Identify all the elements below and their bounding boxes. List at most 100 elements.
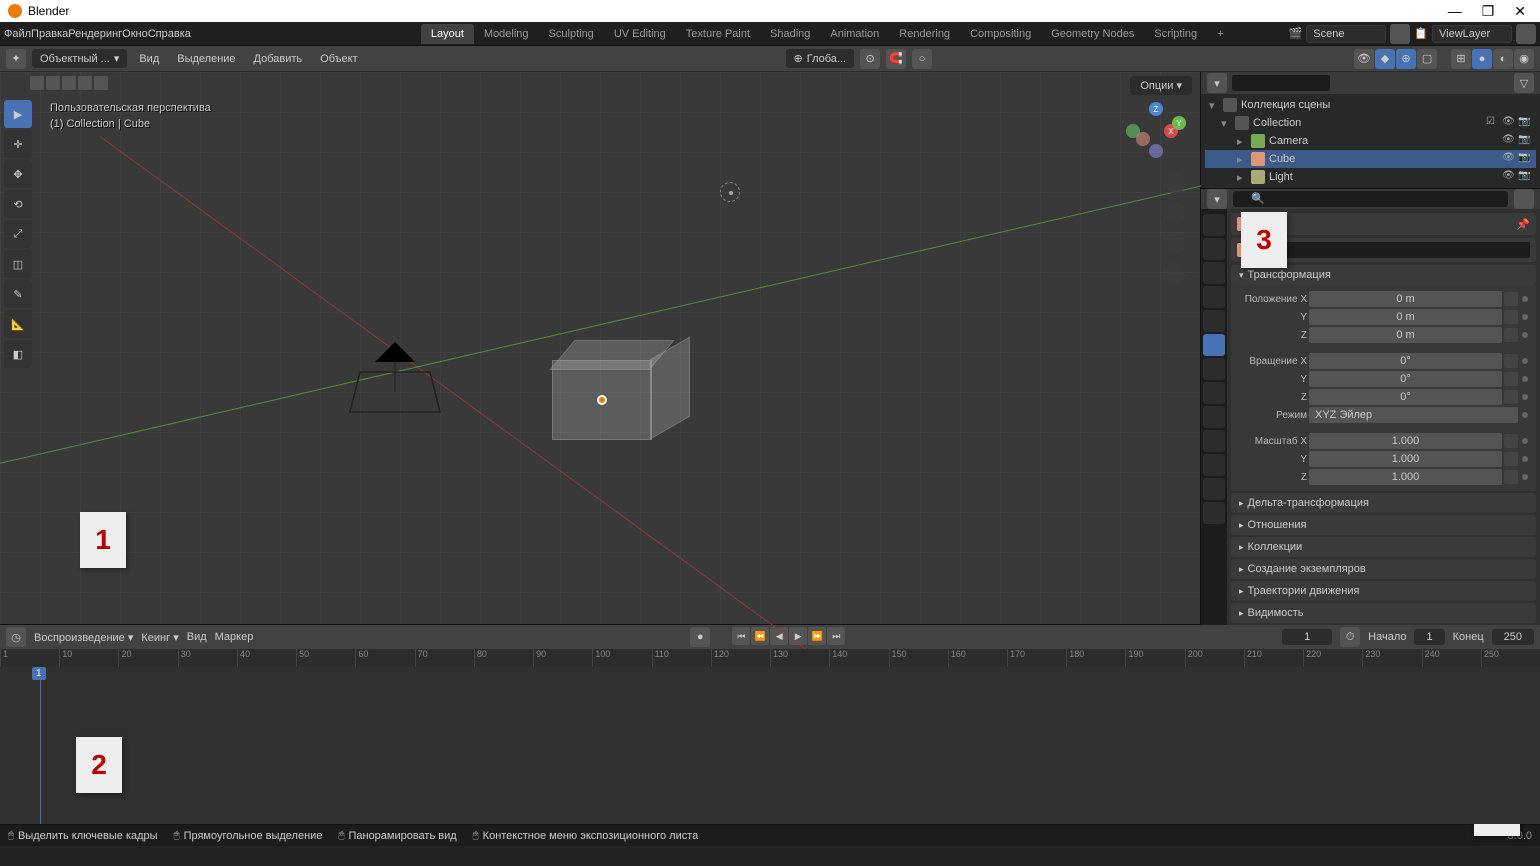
scene-name-field[interactable]: Scene — [1306, 25, 1386, 43]
select-circle-icon[interactable] — [46, 76, 60, 90]
tab-output[interactable] — [1203, 238, 1225, 260]
panel-collections[interactable]: ▸Коллекции — [1231, 537, 1536, 557]
jump-prev-key-button[interactable]: ⏪ — [751, 627, 769, 645]
menu-edit[interactable]: Правка — [31, 28, 68, 40]
scale-z-field[interactable]: 1.000 — [1309, 469, 1502, 485]
outliner-scene-collection[interactable]: ▾Коллекция сцены — [1205, 96, 1536, 114]
tab-sculpting[interactable]: Sculpting — [539, 24, 604, 44]
lock-icon[interactable] — [1504, 452, 1518, 466]
lock-icon[interactable] — [1504, 372, 1518, 386]
properties-search-input[interactable] — [1233, 191, 1508, 207]
rotation-y-field[interactable]: 0° — [1309, 371, 1502, 387]
tab-object[interactable] — [1203, 334, 1225, 356]
panel-delta-transform[interactable]: ▸Дельта-трансформация — [1231, 493, 1536, 513]
autokey-button[interactable]: ● — [690, 627, 710, 647]
location-y-field[interactable]: 0 m — [1309, 309, 1502, 325]
eye-icon[interactable]: 👁 — [1502, 116, 1516, 130]
cube-object[interactable] — [552, 340, 652, 440]
camera-icon[interactable]: 📷 — [1518, 134, 1532, 148]
minimize-button[interactable]: — — [1442, 3, 1468, 20]
tab-modeling[interactable]: Modeling — [474, 24, 539, 44]
navigation-gizmo[interactable]: Z X Y — [1126, 102, 1186, 162]
timeline-menu-view[interactable]: Вид — [187, 631, 207, 643]
panel-transform-header[interactable]: ▾Трансформация — [1231, 265, 1536, 285]
outliner-item-cube[interactable]: ▸Cube👁📷 — [1205, 150, 1536, 168]
panel-instancing[interactable]: ▸Создание экземпляров — [1231, 559, 1536, 579]
shading-material-button[interactable]: ◐ — [1493, 49, 1513, 69]
tool-transform[interactable]: ◫ — [4, 250, 32, 278]
camera-icon[interactable]: 📷 — [1518, 170, 1532, 184]
overlay-button[interactable]: ⊕ — [1396, 49, 1416, 69]
menu-help[interactable]: Справка — [148, 28, 191, 40]
3d-viewport[interactable]: Опции ▾ Пользовательская перспектива (1)… — [0, 72, 1200, 624]
header-menu-add[interactable]: Добавить — [248, 51, 309, 67]
panel-relations[interactable]: ▸Отношения — [1231, 515, 1536, 535]
shading-rendered-button[interactable]: ◉ — [1514, 49, 1534, 69]
panel-motion-paths[interactable]: ▸Траектории движения — [1231, 581, 1536, 601]
tab-layout[interactable]: Layout — [421, 24, 474, 44]
tab-modifiers[interactable] — [1203, 358, 1225, 380]
jump-end-button[interactable]: ⏭ — [827, 627, 845, 645]
stopwatch-icon[interactable]: ⏱ — [1340, 627, 1360, 647]
current-frame-field[interactable]: 1 — [1282, 629, 1332, 645]
lock-icon[interactable] — [1504, 470, 1518, 484]
camera-icon[interactable]: 📷 — [1518, 152, 1532, 166]
zoom-icon[interactable] — [1164, 172, 1186, 194]
editor-type-button[interactable]: ✦ — [6, 49, 26, 69]
new-viewlayer-button[interactable] — [1516, 24, 1536, 44]
tab-geometry-nodes[interactable]: Geometry Nodes — [1041, 24, 1144, 44]
playhead[interactable]: 1 — [40, 667, 41, 824]
select-invert-icon[interactable] — [78, 76, 92, 90]
new-scene-button[interactable] — [1390, 24, 1410, 44]
tab-rendering[interactable]: Rendering — [889, 24, 960, 44]
eye-icon[interactable]: 👁 — [1502, 152, 1516, 166]
lock-icon[interactable] — [1504, 310, 1518, 324]
tab-data[interactable] — [1203, 454, 1225, 476]
tab-shading[interactable]: Shading — [760, 24, 820, 44]
tab-scene[interactable] — [1203, 286, 1225, 308]
start-frame-field[interactable]: 1 — [1414, 629, 1444, 645]
tab-physics[interactable] — [1203, 406, 1225, 428]
tab-particles[interactable] — [1203, 382, 1225, 404]
outliner-filter-button[interactable]: ▽ — [1514, 73, 1534, 93]
outliner-collection[interactable]: ▾Collection☑👁📷 — [1205, 114, 1536, 132]
camera-object[interactable] — [350, 342, 440, 425]
header-menu-object[interactable]: Объект — [314, 51, 363, 67]
outliner-item-light[interactable]: ▸Light👁📷 — [1205, 168, 1536, 186]
viewport-options-dropdown[interactable]: Опции ▾ — [1130, 76, 1192, 95]
tab-viewlayer[interactable] — [1203, 262, 1225, 284]
outliner-search-input[interactable] — [1231, 74, 1331, 92]
eye-icon[interactable]: 👁 — [1502, 170, 1516, 184]
camera-icon[interactable]: 📷 — [1518, 116, 1532, 130]
pan-icon[interactable] — [1164, 202, 1186, 224]
lock-icon[interactable] — [1504, 434, 1518, 448]
menu-file[interactable]: Файл — [4, 28, 31, 40]
location-z-field[interactable]: 0 m — [1309, 327, 1502, 343]
pivot-button[interactable]: ⊙ — [860, 49, 880, 69]
jump-next-key-button[interactable]: ⏩ — [808, 627, 826, 645]
scale-y-field[interactable]: 1.000 — [1309, 451, 1502, 467]
end-frame-field[interactable]: 250 — [1492, 629, 1534, 645]
tab-animation[interactable]: Animation — [820, 24, 889, 44]
tool-annotate[interactable]: ✎ — [4, 280, 32, 308]
proportional-edit-button[interactable]: ○ — [912, 49, 932, 69]
tab-uv-editing[interactable]: UV Editing — [604, 24, 676, 44]
header-menu-view[interactable]: Вид — [133, 51, 165, 67]
snap-button[interactable]: 🧲 — [886, 49, 906, 69]
outliner-display-mode-button[interactable]: ▾ — [1207, 73, 1227, 93]
tool-rotate[interactable]: ⟲ — [4, 190, 32, 218]
perspective-toggle-icon[interactable] — [1164, 262, 1186, 284]
select-lasso-icon[interactable] — [62, 76, 76, 90]
tab-material[interactable] — [1203, 478, 1225, 500]
tab-compositing[interactable]: Compositing — [960, 24, 1041, 44]
lock-icon[interactable] — [1504, 390, 1518, 404]
timeline-body[interactable]: 1 2 — [0, 667, 1540, 824]
tool-cursor[interactable]: ✛ — [4, 130, 32, 158]
timeline-editor-type-button[interactable]: ◷ — [6, 627, 26, 647]
viewlayer-name-field[interactable]: ViewLayer — [1432, 25, 1512, 43]
tab-texture-paint[interactable]: Texture Paint — [676, 24, 760, 44]
camera-view-icon[interactable] — [1164, 232, 1186, 254]
timeline-ruler[interactable]: 1102030405060708090100110120130140150160… — [0, 649, 1540, 667]
mode-dropdown[interactable]: Объектный ... ▾ — [32, 49, 127, 68]
scale-x-field[interactable]: 1.000 — [1309, 433, 1502, 449]
